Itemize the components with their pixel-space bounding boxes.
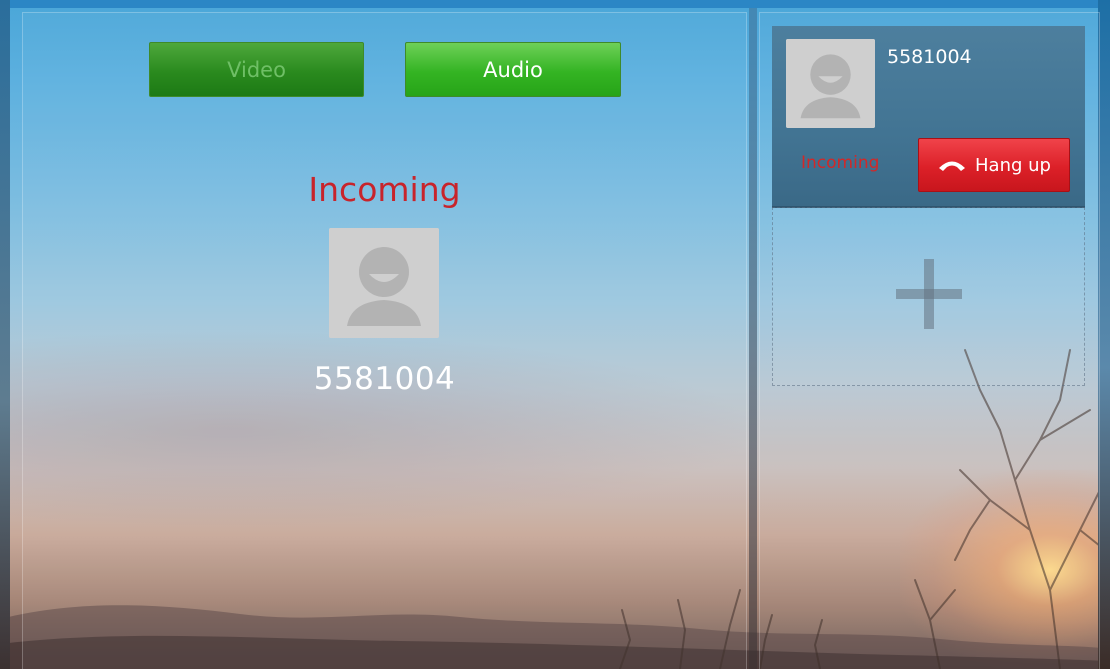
call-status: Incoming: [308, 170, 461, 209]
video-button[interactable]: Video: [149, 42, 364, 97]
caller-avatar: [329, 228, 439, 338]
call-list-status: Incoming: [801, 153, 880, 173]
left-edge: [0, 0, 10, 669]
audio-button[interactable]: Audio: [405, 42, 621, 97]
plus-icon: [896, 259, 962, 329]
main-call-panel: [22, 12, 747, 669]
phone-hangup-icon: [939, 161, 966, 171]
default-avatar-icon: [786, 39, 875, 128]
call-list-avatar: [786, 39, 875, 128]
call-list-number: 5581004: [887, 46, 972, 68]
top-edge: [0, 0, 1110, 8]
default-avatar-icon: [329, 228, 439, 338]
video-button-label: Video: [227, 57, 286, 82]
panel-divider: [749, 8, 757, 669]
hang-up-label: Hang up: [975, 154, 1051, 176]
audio-button-label: Audio: [483, 57, 543, 82]
caller-number: 5581004: [313, 361, 456, 397]
call-screen: Video Audio Incoming 5581004 5581004 Inc…: [0, 0, 1110, 669]
hang-up-button[interactable]: Hang up: [918, 138, 1070, 192]
